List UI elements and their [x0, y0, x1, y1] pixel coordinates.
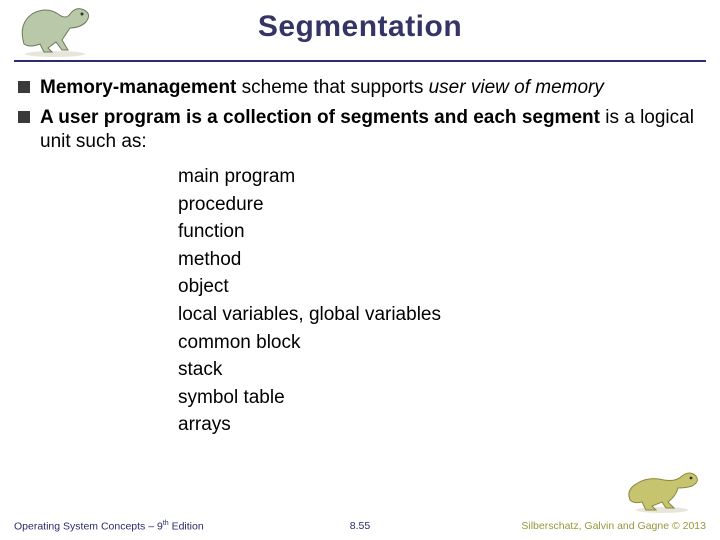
bullet-bold: A user program is a collection of segmen… — [40, 107, 600, 128]
bullet-text: Memory-management scheme that supports u… — [40, 76, 604, 100]
bullet-text: A user program is a collection of segmen… — [40, 106, 706, 154]
sub-list: main program procedure function method o… — [178, 163, 706, 438]
sub-item: common block — [178, 329, 706, 357]
footer-copyright: Silberschatz, Galvin and Gagne © 2013 — [521, 520, 706, 532]
bullet-item: Memory-management scheme that supports u… — [8, 76, 706, 100]
square-bullet-icon — [18, 111, 30, 123]
bullet-italic: user view of memory — [429, 77, 604, 98]
sub-item: arrays — [178, 411, 706, 439]
sub-item: stack — [178, 356, 706, 384]
bullet-plain: scheme that supports — [236, 77, 428, 98]
slide-title: Segmentation — [0, 0, 720, 44]
footer-page-number: 8.55 — [350, 520, 370, 532]
sub-item: symbol table — [178, 384, 706, 412]
dinosaur-top-left-icon — [12, 4, 98, 58]
sub-item: local variables, global variables — [178, 301, 706, 329]
footer-left: Operating System Concepts – 9th Edition — [14, 520, 204, 533]
bullet-bold: Memory-management — [40, 77, 236, 98]
title-underline — [14, 60, 706, 62]
sub-item: main program — [178, 163, 706, 191]
slide-header: Segmentation — [0, 0, 720, 62]
footer-left-text-b: Edition — [169, 520, 204, 532]
slide-footer: Operating System Concepts – 9th Edition … — [0, 512, 720, 534]
footer-left-text-a: Operating System Concepts – 9 — [14, 520, 163, 532]
square-bullet-icon — [18, 81, 30, 93]
sub-item: function — [178, 218, 706, 246]
slide: Segmentation Memory-management scheme th… — [0, 0, 720, 540]
sub-item: procedure — [178, 191, 706, 219]
sub-item: method — [178, 246, 706, 274]
dinosaur-bottom-right-icon — [624, 466, 702, 514]
sub-item: object — [178, 273, 706, 301]
bullet-item: A user program is a collection of segmen… — [8, 106, 706, 154]
slide-body: Memory-management scheme that supports u… — [0, 62, 720, 439]
